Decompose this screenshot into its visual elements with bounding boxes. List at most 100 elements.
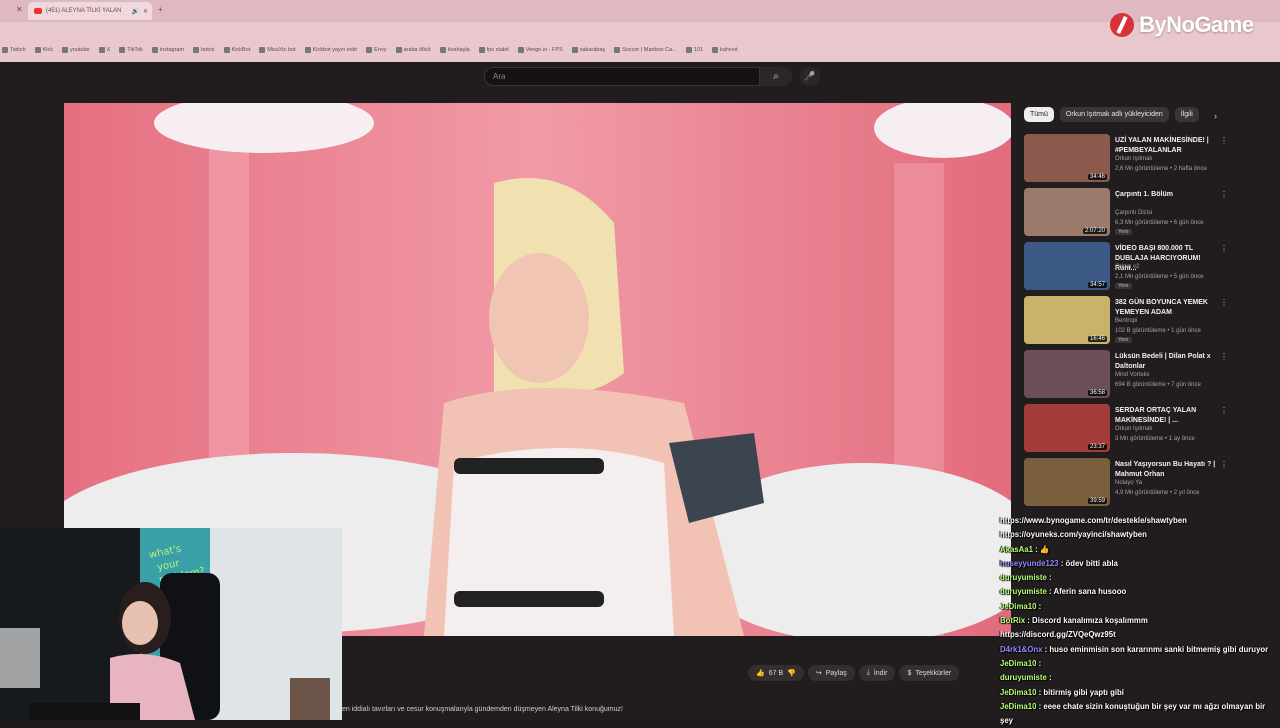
video-description[interactable]: en iddialı tavırları ve cesur konuşmalar… — [342, 706, 623, 713]
chat-text: : — [1048, 673, 1052, 683]
chat-username: JeDima10 — [1000, 687, 1037, 697]
thanks-label: Teşekkürler — [915, 669, 952, 677]
bookmark-item[interactable]: MissXtc bot — [259, 47, 296, 53]
bookmark-item[interactable]: botrix — [193, 47, 215, 53]
bookmark-item[interactable]: araba ölküt — [395, 47, 431, 53]
more-vert-icon[interactable]: ⋮ — [1220, 406, 1228, 415]
more-vert-icon[interactable]: ⋮ — [1220, 190, 1228, 199]
video-title[interactable]: Lüksün Bedeli | Dilan Polat x Daltonlar — [1115, 352, 1223, 372]
filter-chip[interactable]: Tümü — [1024, 107, 1054, 122]
video-thumbnail[interactable]: 23:37 — [1024, 404, 1110, 452]
bookmark-item[interactable]: TikTok — [119, 47, 143, 53]
download-button[interactable]: ⤓ İndir — [858, 665, 896, 681]
chat-message: D4rk1&Onx : huso eminmisin son kararınmı… — [1000, 643, 1280, 657]
tab-active[interactable]: (451) ALEYNA TİLKİ YALAN 🔊 ✕ — [28, 2, 152, 20]
tab-close-icon[interactable]: ✕ — [143, 8, 148, 15]
mic-button[interactable]: 🎤 — [800, 67, 820, 86]
bookmark-icon — [304, 47, 311, 53]
channel-name[interactable]: Çarpıntı Dizisi — [1115, 210, 1152, 216]
search-input[interactable]: Ara — [484, 67, 760, 86]
bookmark-item[interactable]: Soccer | Manbon Ca... — [614, 47, 677, 53]
recommendation-item[interactable]: 39:59 Nasıl Yaşıyorsun Bu Hayatı ? | Mahm… — [1024, 458, 1228, 506]
chat-username: duruyumiste — [1000, 573, 1047, 583]
channel-name[interactable]: Nolayo Ya — [1115, 480, 1142, 486]
bookmark-item[interactable]: KickBot — [223, 47, 251, 53]
like-button[interactable]: 👍 67 B 👎 — [748, 665, 804, 681]
video-thumbnail[interactable]: 16:46 — [1024, 296, 1110, 344]
logo-text: ByNoGame — [1139, 12, 1254, 37]
video-meta: 2,6 Mn görüntüleme • 2 hafta önce — [1115, 166, 1207, 172]
chat-username: JeDima10 — [1000, 701, 1037, 711]
channel-name[interactable]: Orkun Işıtmak — [1115, 426, 1152, 432]
filter-chip[interactable]: Orkun Işıtmak adlı yükleyiciden — [1059, 107, 1169, 122]
more-vert-icon[interactable]: ⋮ — [1220, 352, 1228, 361]
recommendation-item[interactable]: 23:37 SERDAR ORTAÇ YALAN MAKİNESİNDE! | .… — [1024, 404, 1228, 452]
bookmark-item[interactable]: Kick — [34, 47, 53, 53]
bookmark-label: kirahayla — [447, 47, 470, 53]
more-vert-icon[interactable]: ⋮ — [1220, 460, 1228, 469]
bookmark-label: KickBot — [231, 47, 251, 53]
video-thumbnail[interactable]: 34:46 — [1024, 134, 1110, 182]
bookmark-item[interactable]: X — [98, 47, 110, 53]
recommendation-item[interactable]: 34:46 UZİ YALAN MAKİNESİNDE! | #PEMBEYALA… — [1024, 134, 1228, 182]
bookmark-item[interactable]: 101 — [685, 47, 703, 53]
more-vert-icon[interactable]: ⋮ — [1220, 298, 1228, 307]
bookmark-item[interactable]: youtube — [61, 47, 90, 53]
recommendation-item[interactable]: 34:57 VİDEO BAŞI 800.000 TL DUBLAJA HARCI… — [1024, 242, 1228, 290]
video-title[interactable]: SERDAR ORTAÇ YALAN MAKİNESİNDE! | ... — [1115, 406, 1223, 426]
chat-username: BotRix — [1000, 616, 1026, 626]
bookmark-label: instagram — [159, 47, 185, 53]
new-tab-button[interactable]: + — [158, 5, 163, 14]
bookmarks-bar: Twitch Kick youtube X TikTok instagram botrix K… — [0, 40, 1102, 60]
new-badge: Yeni — [1115, 283, 1132, 289]
bookmark-item[interactable]: Kickbot yayın indir — [304, 47, 357, 53]
bookmark-item[interactable]: Twitch — [2, 47, 26, 53]
video-thumbnail[interactable]: 34:57 — [1024, 242, 1110, 290]
channel-name[interactable]: Bentropi — [1115, 318, 1137, 324]
video-title[interactable]: Nasıl Yaşıyorsun Bu Hayatı ? | Mahmut Or… — [1115, 460, 1223, 480]
bookmark-item[interactable]: Venge.io - FPS — [517, 47, 563, 53]
recommendation-item[interactable]: 2:07:20 Çarpıntı 1. Bölüm Çarpıntı Dizisi 6… — [1024, 188, 1228, 236]
bookmark-icon — [34, 47, 41, 53]
video-duration: 34:46 — [1087, 174, 1107, 180]
recommendation-item[interactable]: 36:58 Lüksün Bedeli | Dilan Polat x Dalto… — [1024, 350, 1228, 398]
bookmark-item[interactable]: kahvıot — [711, 47, 738, 53]
video-thumbnail[interactable]: 36:58 — [1024, 350, 1110, 398]
filter-chip[interactable]: İlgili — [1174, 107, 1199, 122]
bookmark-icon — [439, 47, 446, 53]
channel-name[interactable]: Orkun v2 — [1115, 264, 1139, 270]
video-thumbnail[interactable]: 39:59 — [1024, 458, 1110, 506]
bookmark-icon — [711, 47, 718, 53]
more-vert-icon[interactable]: ⋮ — [1220, 244, 1228, 253]
video-meta: 2,1 Mn görüntüleme • 5 gün önce — [1115, 274, 1204, 280]
bynogame-logo: ByNoGame — [1110, 12, 1254, 38]
chat-username: JeDima10 — [1000, 658, 1037, 668]
thanks-button[interactable]: $ Teşekkürler — [899, 665, 960, 681]
video-duration: 2:07:20 — [1082, 228, 1107, 234]
bookmark-item[interactable]: Envy — [366, 47, 387, 53]
bookmark-item[interactable]: sakarabaş — [571, 47, 605, 53]
video-title[interactable]: UZİ YALAN MAKİNESİNDE! | #PEMBEYALANLAR — [1115, 136, 1223, 156]
thumbs-up-icon: 👍 — [756, 670, 765, 677]
bookmark-item[interactable]: kirahayla — [439, 47, 470, 53]
download-icon: ⤓ — [866, 669, 870, 676]
speaker-icon[interactable]: 🔊 — [131, 8, 138, 15]
bookmark-icon — [61, 47, 68, 53]
video-title[interactable]: Çarpıntı 1. Bölüm — [1115, 190, 1223, 200]
thumbs-down-icon[interactable]: 👎 — [787, 669, 796, 677]
bookmark-label: Soccer | Manbon Ca... — [622, 47, 677, 53]
channel-name[interactable]: Mind Vortekx — [1115, 372, 1150, 378]
recommendation-item[interactable]: 16:46 382 GÜN BOYUNCA YEMEK YEMEYEN ADAM B… — [1024, 296, 1228, 344]
video-thumbnail[interactable]: 2:07:20 — [1024, 188, 1110, 236]
channel-name[interactable]: Orkun Işıtmak — [1115, 156, 1152, 162]
search-button[interactable]: ⌕ — [760, 67, 792, 86]
bookmark-item[interactable]: instagram — [151, 47, 185, 53]
close-icon[interactable]: ✕ — [16, 5, 23, 14]
chevron-right-icon[interactable]: › — [1214, 111, 1217, 121]
video-title[interactable]: 382 GÜN BOYUNCA YEMEK YEMEYEN ADAM — [1115, 298, 1223, 318]
video-meta: 3 Mn görüntüleme • 1 ay önce — [1115, 436, 1195, 442]
more-vert-icon[interactable]: ⋮ — [1220, 136, 1228, 145]
share-button[interactable]: ↪ Paylaş — [807, 665, 855, 681]
bookmark-item[interactable]: fps stabit — [478, 47, 509, 53]
bookmark-label: kahvıot — [719, 47, 738, 53]
